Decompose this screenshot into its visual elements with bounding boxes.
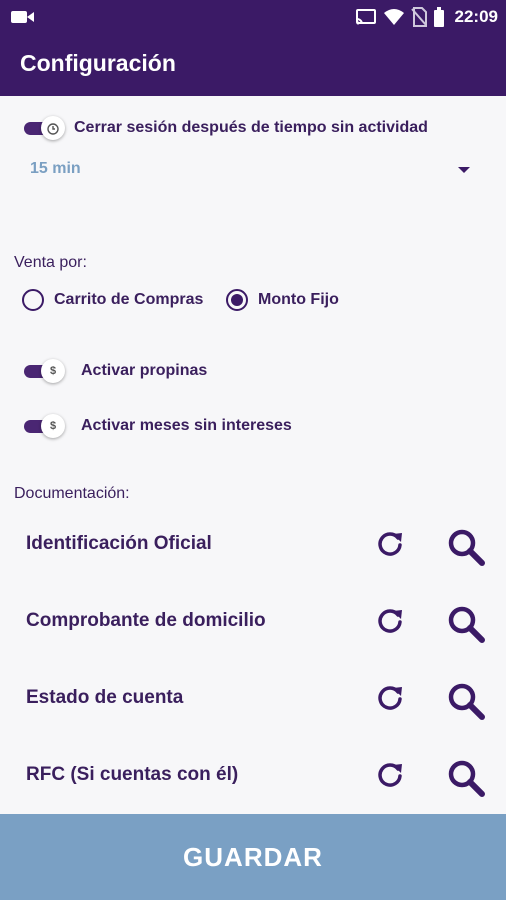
- session-timeout-row: Cerrar sesión después de tiempo sin acti…: [24, 116, 428, 140]
- no-sim-icon: [410, 7, 427, 27]
- installments-toggle[interactable]: $: [24, 414, 65, 438]
- app-bar: Configuración: [0, 33, 506, 96]
- documents-heading-row: Documentación:: [14, 485, 130, 503]
- document-label: Comprobante de domicilio: [26, 610, 266, 631]
- wifi-icon: [383, 9, 404, 25]
- radio-checked-icon[interactable]: [226, 289, 248, 311]
- dollar-icon: $: [41, 414, 65, 438]
- search-icon[interactable]: [446, 527, 486, 567]
- search-icon[interactable]: [446, 681, 486, 721]
- session-timeout-toggle[interactable]: [24, 116, 65, 140]
- refresh-icon[interactable]: [374, 529, 406, 561]
- installments-label: Activar meses sin intereses: [81, 417, 292, 434]
- alarm-clock-icon: [41, 116, 65, 140]
- timeout-select[interactable]: 15 min: [30, 160, 81, 178]
- chevron-down-icon[interactable]: [458, 167, 470, 173]
- radio-option-monto[interactable]: Monto Fijo: [226, 289, 339, 311]
- tips-toggle[interactable]: $: [24, 359, 65, 383]
- document-row: RFC (Si cuentas con él): [0, 756, 506, 798]
- radio-option-carrito[interactable]: Carrito de Compras: [22, 289, 203, 311]
- radio-label-carrito: Carrito de Compras: [54, 291, 204, 308]
- status-bar: 22:09: [0, 0, 506, 33]
- tips-label: Activar propinas: [81, 362, 208, 379]
- refresh-icon[interactable]: [374, 683, 406, 715]
- radio-label-monto: Monto Fijo: [258, 291, 339, 308]
- refresh-icon[interactable]: [374, 760, 406, 792]
- cast-icon: [355, 9, 376, 25]
- search-icon[interactable]: [446, 758, 486, 798]
- document-label: RFC (Si cuentas con él): [26, 764, 239, 785]
- page-title: Configuración: [20, 50, 176, 76]
- clock: 22:09: [454, 7, 498, 26]
- document-label: Identificación Oficial: [26, 533, 212, 554]
- session-timeout-label: Cerrar sesión después de tiempo sin acti…: [74, 119, 428, 136]
- radio-unchecked-icon[interactable]: [22, 289, 44, 311]
- document-label: Estado de cuenta: [26, 687, 184, 708]
- search-icon[interactable]: [446, 604, 486, 644]
- dollar-icon: $: [41, 359, 65, 383]
- status-icons: 22:09: [355, 5, 498, 29]
- tips-row: $ Activar propinas: [24, 359, 208, 383]
- video-camera-icon: [11, 11, 34, 23]
- documents-heading: Documentación:: [14, 485, 130, 502]
- sale-heading-row: Venta por:: [14, 254, 87, 272]
- document-row: Identificación Oficial: [0, 525, 506, 567]
- battery-icon: [433, 7, 444, 27]
- document-row: Comprobante de domicilio: [0, 602, 506, 644]
- refresh-icon[interactable]: [374, 606, 406, 638]
- save-button[interactable]: GUARDAR: [0, 814, 506, 900]
- sale-heading: Venta por:: [14, 254, 87, 271]
- installments-row: $ Activar meses sin intereses: [24, 414, 292, 438]
- document-row: Estado de cuenta: [0, 679, 506, 721]
- save-button-label: GUARDAR: [183, 841, 323, 872]
